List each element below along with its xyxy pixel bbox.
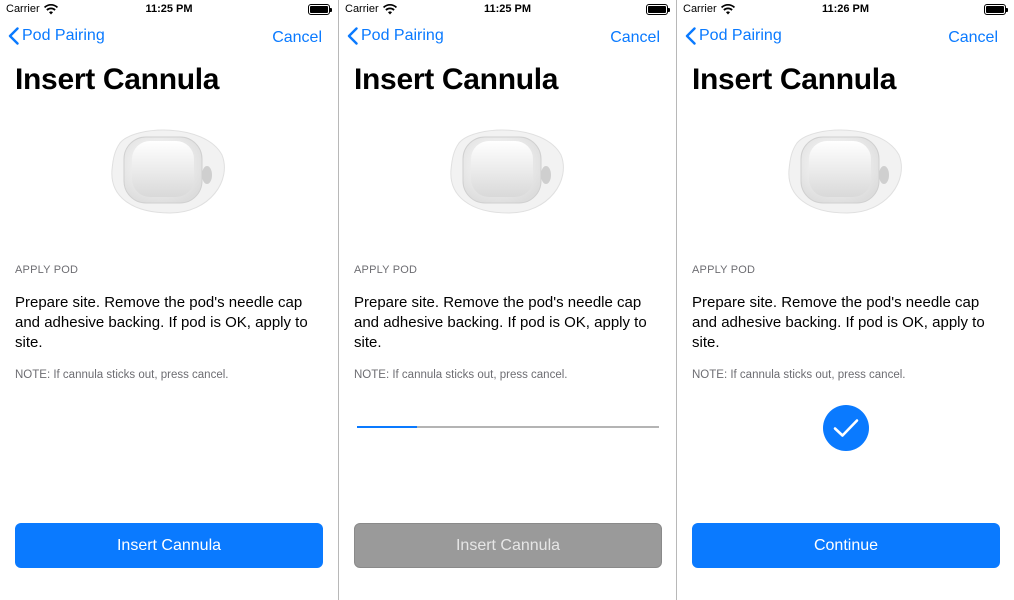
pod-image <box>450 129 564 214</box>
progress-bar <box>357 426 659 428</box>
chevron-left-icon <box>685 27 696 45</box>
back-button-label: Pod Pairing <box>361 27 444 44</box>
progress-fill <box>357 426 418 428</box>
battery-icon <box>984 4 1008 15</box>
success-badge <box>823 405 869 451</box>
page-title: Insert Cannula <box>354 63 559 96</box>
insert-cannula-button[interactable]: Insert Cannula <box>15 523 323 568</box>
status-time: 11:25 PM <box>483 3 532 15</box>
status-bar: Carrier 11:25 PM <box>0 0 338 20</box>
page-title: Insert Cannula <box>692 63 897 96</box>
instructions-text: Prepare site. Remove the pod's needle ca… <box>15 294 308 351</box>
back-button-label: Pod Pairing <box>699 27 782 44</box>
note-text: NOTE: If cannula sticks out, press cance… <box>692 369 906 381</box>
instructions-text: Prepare site. Remove the pod's needle ca… <box>692 294 985 351</box>
chevron-left-icon <box>347 27 358 45</box>
cancel-button[interactable]: Cancel <box>272 29 322 47</box>
section-header: APPLY POD <box>354 264 418 276</box>
back-button[interactable]: Pod Pairing <box>347 27 444 45</box>
chevron-left-icon <box>8 27 19 45</box>
back-button[interactable]: Pod Pairing <box>685 27 782 45</box>
screens-container: Carrier 11:25 PM Pod Pairing Cancel Inse… <box>0 0 1014 600</box>
navigation-bar: Pod Pairing Cancel <box>339 20 676 56</box>
battery-icon <box>646 4 670 15</box>
back-button[interactable]: Pod Pairing <box>8 27 105 45</box>
cancel-button[interactable]: Cancel <box>948 29 998 47</box>
status-time: 11:25 PM <box>145 3 193 15</box>
continue-button[interactable]: Continue <box>692 523 1000 568</box>
cancel-button[interactable]: Cancel <box>610 29 660 47</box>
checkmark-icon <box>833 419 859 437</box>
pod-image <box>788 129 902 214</box>
status-bar: Carrier 11:26 PM <box>677 0 1014 20</box>
status-time: 11:26 PM <box>821 3 870 15</box>
note-text: NOTE: If cannula sticks out, press cance… <box>15 369 229 381</box>
navigation-bar: Pod Pairing Cancel <box>0 20 338 56</box>
screen-in-progress: Carrier 11:25 PM Pod Pairing Cancel Inse… <box>338 0 676 600</box>
navigation-bar: Pod Pairing Cancel <box>677 20 1014 56</box>
screen-complete: Carrier 11:26 PM Pod Pairing Cancel Inse… <box>676 0 1014 600</box>
back-button-label: Pod Pairing <box>22 27 105 44</box>
instructions-text: Prepare site. Remove the pod's needle ca… <box>354 294 647 351</box>
pod-image <box>111 129 225 214</box>
insert-cannula-button-disabled: Insert Cannula <box>354 523 662 568</box>
status-bar: Carrier 11:25 PM <box>339 0 676 20</box>
screen-initial: Carrier 11:25 PM Pod Pairing Cancel Inse… <box>0 0 338 600</box>
section-header: APPLY POD <box>15 264 79 276</box>
section-header: APPLY POD <box>692 264 756 276</box>
battery-icon <box>308 4 332 15</box>
note-text: NOTE: If cannula sticks out, press cance… <box>354 369 568 381</box>
page-title: Insert Cannula <box>15 63 220 96</box>
